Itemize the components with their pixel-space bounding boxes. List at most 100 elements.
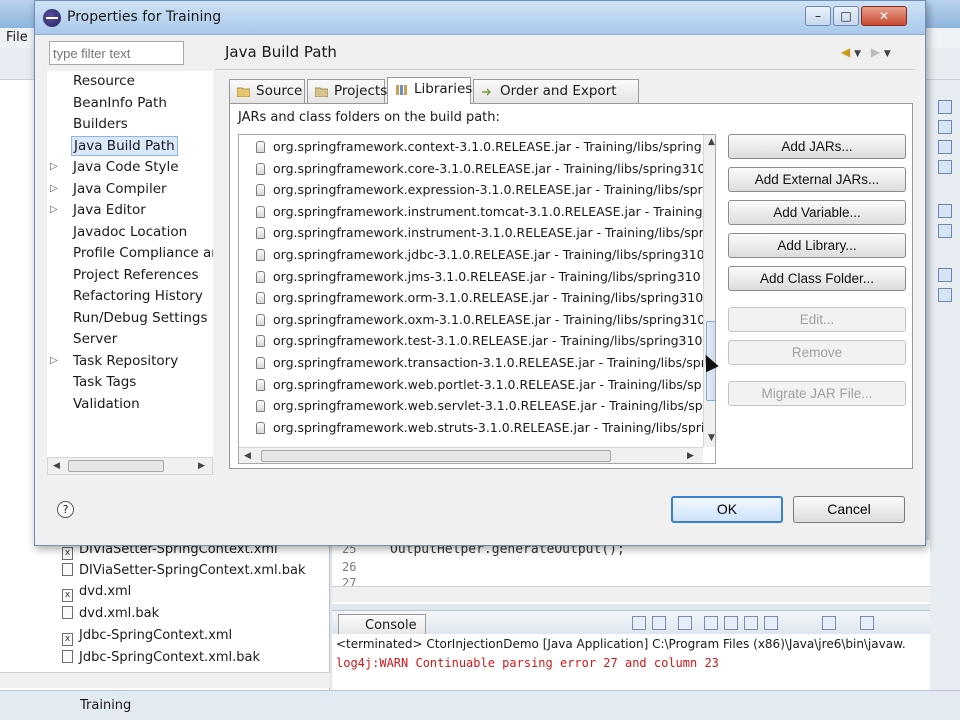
expand-arrow-icon[interactable]: ▷: [50, 200, 58, 220]
nav-item[interactable]: Task Tags: [47, 372, 213, 393]
add-library-button[interactable]: Add Library...: [728, 233, 906, 258]
forward-arrow-icon[interactable]: ▶: [871, 45, 880, 59]
jar-list-item[interactable]: org.springframework.context-3.1.0.RELEAS…: [239, 137, 715, 158]
console-toolbar-icon[interactable]: [678, 616, 692, 630]
nav-item[interactable]: Server: [47, 329, 213, 350]
jar-list-item[interactable]: org.springframework.jms-3.1.0.RELEASE.ja…: [239, 267, 715, 288]
nav-item[interactable]: Refactoring History: [47, 286, 213, 307]
nav-item[interactable]: Project References: [47, 265, 213, 286]
dialog-titlebar[interactable]: Properties for Training – □ ✕: [35, 1, 925, 35]
view-icon[interactable]: [938, 224, 952, 238]
jar-list-item[interactable]: org.springframework.test-3.1.0.RELEASE.j…: [239, 331, 715, 352]
jar-list-item[interactable]: org.springframework.orm-3.1.0.RELEASE.ja…: [239, 288, 715, 309]
scroll-right-icon[interactable]: ▶: [687, 451, 694, 461]
console-toolbar-icon[interactable]: [860, 616, 874, 630]
nav-item[interactable]: BeanInfo Path: [47, 93, 213, 114]
view-icon[interactable]: [938, 160, 952, 174]
nav-item[interactable]: ▷ Java Code Style: [47, 157, 213, 178]
explorer-hscroll[interactable]: [0, 672, 330, 688]
add-variable-button[interactable]: Add Variable...: [728, 200, 906, 225]
nav-item[interactable]: Builders: [47, 114, 213, 135]
jar-list-item[interactable]: org.springframework.oxm-3.1.0.RELEASE.ja…: [239, 310, 715, 331]
nav-item-label: Javadoc Location: [73, 223, 188, 240]
minimize-button[interactable]: –: [805, 6, 831, 26]
scroll-up-icon[interactable]: ▲: [708, 137, 715, 147]
nav-item[interactable]: Validation: [47, 394, 213, 415]
add-external-jars-button[interactable]: Add External JARs...: [728, 167, 906, 192]
expand-arrow-icon[interactable]: ▷: [50, 179, 58, 199]
jar-list-item[interactable]: org.springframework.instrument-3.1.0.REL…: [239, 223, 715, 244]
nav-item[interactable]: Java Build Path: [47, 135, 213, 157]
nav-item[interactable]: Run/Debug Settings: [47, 308, 213, 329]
tab-order-export[interactable]: Order and Export: [473, 79, 639, 103]
add-jars-button[interactable]: Add JARs...: [728, 134, 906, 159]
tab-libraries[interactable]: Libraries: [387, 77, 472, 104]
jar-list[interactable]: org.springframework.web.struts-3.1.0.REL…: [238, 134, 716, 464]
view-icon[interactable]: [938, 288, 952, 302]
help-icon[interactable]: ?: [57, 501, 74, 518]
list-item[interactable]: DIViaSetter-SpringContext.xml.bak: [62, 563, 306, 583]
jar-icon: [256, 378, 265, 391]
view-icon[interactable]: [938, 100, 952, 114]
jar-list-hscroll[interactable]: ◀ ▶: [239, 447, 703, 463]
tab-source[interactable]: Source: [229, 79, 305, 103]
back-arrow-icon[interactable]: ◀: [841, 45, 850, 59]
filter-input[interactable]: [49, 41, 184, 65]
console-toolbar-icon[interactable]: [632, 616, 646, 630]
chevron-down-icon[interactable]: ▼: [884, 49, 891, 59]
jar-list-item[interactable]: org.springframework.instrument.tomcat-3.…: [239, 202, 715, 223]
scroll-left-icon[interactable]: ◀: [244, 451, 251, 461]
jar-list-item[interactable]: org.springframework.core-3.1.0.RELEASE.j…: [239, 159, 715, 180]
jar-label: org.springframework.expression-3.1.0.REL…: [273, 182, 703, 198]
jar-list-item[interactable]: org.springframework.web.struts-3.1.0.REL…: [239, 418, 715, 439]
divider: [215, 69, 915, 70]
scroll-right-icon[interactable]: ▶: [198, 461, 205, 471]
expand-arrow-icon[interactable]: ▷: [50, 157, 58, 177]
chevron-down-icon[interactable]: ▼: [854, 49, 861, 59]
nav-item[interactable]: Javadoc Location: [47, 222, 213, 243]
console-toolbar-icon[interactable]: [724, 616, 738, 630]
scroll-thumb[interactable]: [68, 460, 164, 472]
console-toolbar-icon[interactable]: [764, 616, 778, 630]
console-toolbar-icon[interactable]: [822, 616, 836, 630]
tree-hscroll[interactable]: ◀ ▶: [47, 457, 213, 475]
nav-item[interactable]: ▷ Java Editor: [47, 200, 213, 221]
jar-list-item[interactable]: org.springframework.jdbc-3.1.0.RELEASE.j…: [239, 245, 715, 266]
list-item[interactable]: dvd.xml.bak: [62, 606, 159, 626]
ok-button[interactable]: OK: [671, 496, 783, 523]
view-icon[interactable]: [938, 268, 952, 282]
cancel-button[interactable]: Cancel: [793, 496, 905, 523]
nav-item[interactable]: Resource: [47, 71, 213, 92]
view-icon[interactable]: [938, 120, 952, 134]
menu-file[interactable]: File: [6, 30, 28, 45]
nav-item[interactable]: ▷ Task Repository: [47, 351, 213, 372]
list-item[interactable]: Jdbc-SpringContext.xml.bak: [62, 650, 260, 670]
add-class-folder-button[interactable]: Add Class Folder...: [728, 266, 906, 291]
editor-hscroll[interactable]: [332, 586, 930, 602]
remove-button[interactable]: Remove: [728, 340, 906, 365]
maximize-button[interactable]: □: [833, 6, 859, 26]
scroll-thumb[interactable]: [261, 450, 611, 462]
view-icon[interactable]: [938, 140, 952, 154]
list-item[interactable]: x Jdbc-SpringContext.xml: [62, 628, 232, 648]
list-item[interactable]: x dvd.xml: [62, 584, 131, 604]
jar-list-item[interactable]: org.springframework.transaction-3.1.0.RE…: [239, 353, 715, 374]
edit-button[interactable]: Edit...: [728, 307, 906, 332]
scroll-left-icon[interactable]: ◀: [53, 461, 60, 471]
view-icon[interactable]: [938, 204, 952, 218]
jar-list-vscroll[interactable]: ▲ ▼: [703, 135, 715, 447]
console-toolbar-icon[interactable]: [704, 616, 718, 630]
migrate-jar-button[interactable]: Migrate JAR File...: [728, 381, 906, 406]
jar-list-item[interactable]: org.springframework.web.portlet-3.1.0.RE…: [239, 375, 715, 396]
jar-list-item[interactable]: org.springframework.web.servlet-3.1.0.RE…: [239, 396, 715, 417]
console-toolbar-icon[interactable]: [652, 616, 666, 630]
scroll-down-icon[interactable]: ▼: [708, 433, 715, 443]
jar-list-item[interactable]: org.springframework.expression-3.1.0.REL…: [239, 180, 715, 201]
close-button[interactable]: ✕: [861, 6, 907, 26]
nav-item[interactable]: ▷ Java Compiler: [47, 179, 213, 200]
expand-arrow-icon[interactable]: ▷: [50, 351, 58, 371]
nav-item[interactable]: Profile Compliance and: [47, 243, 213, 264]
console-toolbar-icon[interactable]: [744, 616, 758, 630]
console-output[interactable]: <terminated> CtorInjectionDemo [Java App…: [332, 634, 930, 690]
tab-projects[interactable]: Projects: [307, 79, 387, 103]
